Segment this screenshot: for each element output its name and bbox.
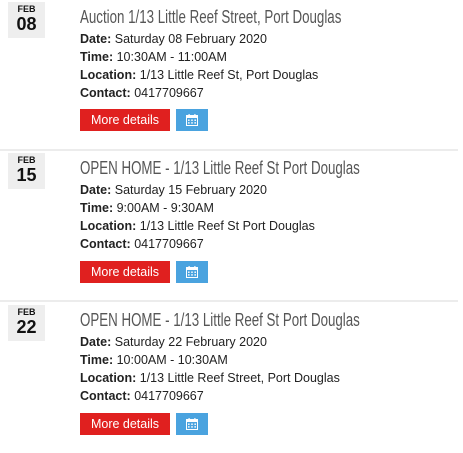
event-contact: 0417709667 xyxy=(134,389,204,403)
add-to-calendar-button[interactable] xyxy=(176,261,208,283)
event-time: 10:00AM - 10:30AM xyxy=(116,353,228,367)
date-badge: FEB 22 xyxy=(8,305,45,341)
event-time-row: Time: 9:00AM - 9:30AM xyxy=(80,199,214,217)
event-time: 10:30AM - 11:00AM xyxy=(116,50,227,64)
event-location: 1/13 Little Reef St Port Douglas xyxy=(139,219,315,233)
event-date: Saturday 08 February 2020 xyxy=(114,32,267,46)
add-to-calendar-button[interactable] xyxy=(176,109,208,131)
calendar-icon xyxy=(186,418,198,430)
event-item: FEB 08 Auction 1/13 Little Reef Street, … xyxy=(0,0,463,150)
time-label: Time: xyxy=(80,201,114,215)
event-location-row: Location: 1/13 Little Reef St, Port Doug… xyxy=(80,66,318,84)
event-location-row: Location: 1/13 Little Reef St Port Dougl… xyxy=(80,217,315,235)
event-item: FEB 22 OPEN HOME - 1/13 Little Reef St P… xyxy=(0,303,463,453)
contact-label: Contact: xyxy=(80,86,131,100)
event-title-link[interactable]: OPEN HOME - 1/13 Little Reef St Port Dou… xyxy=(80,309,360,331)
more-details-button[interactable]: More details xyxy=(80,261,170,283)
add-to-calendar-button[interactable] xyxy=(176,413,208,435)
event-title-link[interactable]: OPEN HOME - 1/13 Little Reef St Port Dou… xyxy=(80,157,360,179)
time-label: Time: xyxy=(80,50,114,64)
more-details-button[interactable]: More details xyxy=(80,413,170,435)
date-label: Date: xyxy=(80,183,112,197)
event-contact: 0417709667 xyxy=(134,237,204,251)
date-day: 15 xyxy=(16,165,37,185)
event-date-row: Date: Saturday 15 February 2020 xyxy=(80,181,267,199)
contact-label: Contact: xyxy=(80,389,131,403)
date-badge: FEB 15 xyxy=(8,153,45,189)
location-label: Location: xyxy=(80,371,137,385)
calendar-icon xyxy=(186,114,198,126)
event-time: 9:00AM - 9:30AM xyxy=(116,201,214,215)
date-day: 08 xyxy=(16,14,37,34)
event-location: 1/13 Little Reef Street, Port Douglas xyxy=(139,371,340,385)
event-item: FEB 15 OPEN HOME - 1/13 Little Reef St P… xyxy=(0,151,463,301)
date-day: 22 xyxy=(16,317,37,337)
event-title-link[interactable]: Auction 1/13 Little Reef Street, Port Do… xyxy=(80,6,358,28)
event-time-row: Time: 10:00AM - 10:30AM xyxy=(80,351,228,369)
event-location: 1/13 Little Reef St, Port Douglas xyxy=(139,68,319,82)
event-contact-row: Contact: 0417709667 xyxy=(80,235,204,253)
time-label: Time: xyxy=(80,353,114,367)
event-date: Saturday 15 February 2020 xyxy=(114,183,267,197)
divider xyxy=(0,300,458,302)
date-label: Date: xyxy=(80,335,112,349)
more-details-button[interactable]: More details xyxy=(80,109,170,131)
event-date-row: Date: Saturday 22 February 2020 xyxy=(80,333,267,351)
location-label: Location: xyxy=(80,68,137,82)
date-badge: FEB 08 xyxy=(8,2,45,38)
event-contact: 0417709667 xyxy=(134,86,204,100)
calendar-icon xyxy=(186,266,198,278)
event-contact-row: Contact: 0417709667 xyxy=(80,84,204,102)
date-label: Date: xyxy=(80,32,112,46)
contact-label: Contact: xyxy=(80,237,131,251)
event-location-row: Location: 1/13 Little Reef Street, Port … xyxy=(80,369,340,387)
event-time-row: Time: 10:30AM - 11:00AM xyxy=(80,48,227,66)
event-date: Saturday 22 February 2020 xyxy=(114,335,267,349)
location-label: Location: xyxy=(80,219,137,233)
event-contact-row: Contact: 0417709667 xyxy=(80,387,204,405)
event-date-row: Date: Saturday 08 February 2020 xyxy=(80,30,267,48)
